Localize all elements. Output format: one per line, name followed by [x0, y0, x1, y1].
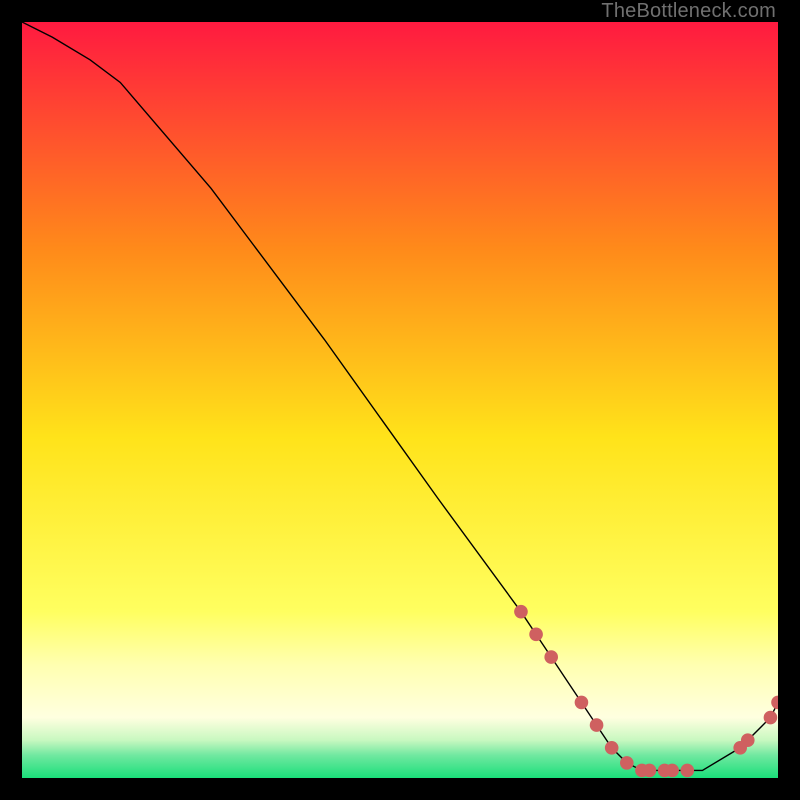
- curve-line: [22, 22, 778, 770]
- curve-markers: [514, 605, 778, 777]
- plot-area: [22, 22, 778, 778]
- bottleneck-curve: [22, 22, 778, 778]
- data-point: [643, 764, 657, 778]
- chart-stage: TheBottleneck.com: [0, 0, 800, 800]
- data-point: [620, 756, 634, 770]
- data-point: [771, 696, 778, 710]
- data-point: [680, 764, 694, 778]
- watermark-label: TheBottleneck.com: [601, 0, 776, 23]
- data-point: [590, 718, 604, 732]
- data-point: [605, 741, 619, 755]
- data-point: [544, 650, 558, 664]
- data-point: [764, 711, 778, 725]
- data-point: [529, 628, 543, 642]
- data-point: [741, 733, 755, 747]
- data-point: [665, 764, 679, 778]
- data-point: [575, 696, 589, 710]
- data-point: [514, 605, 528, 619]
